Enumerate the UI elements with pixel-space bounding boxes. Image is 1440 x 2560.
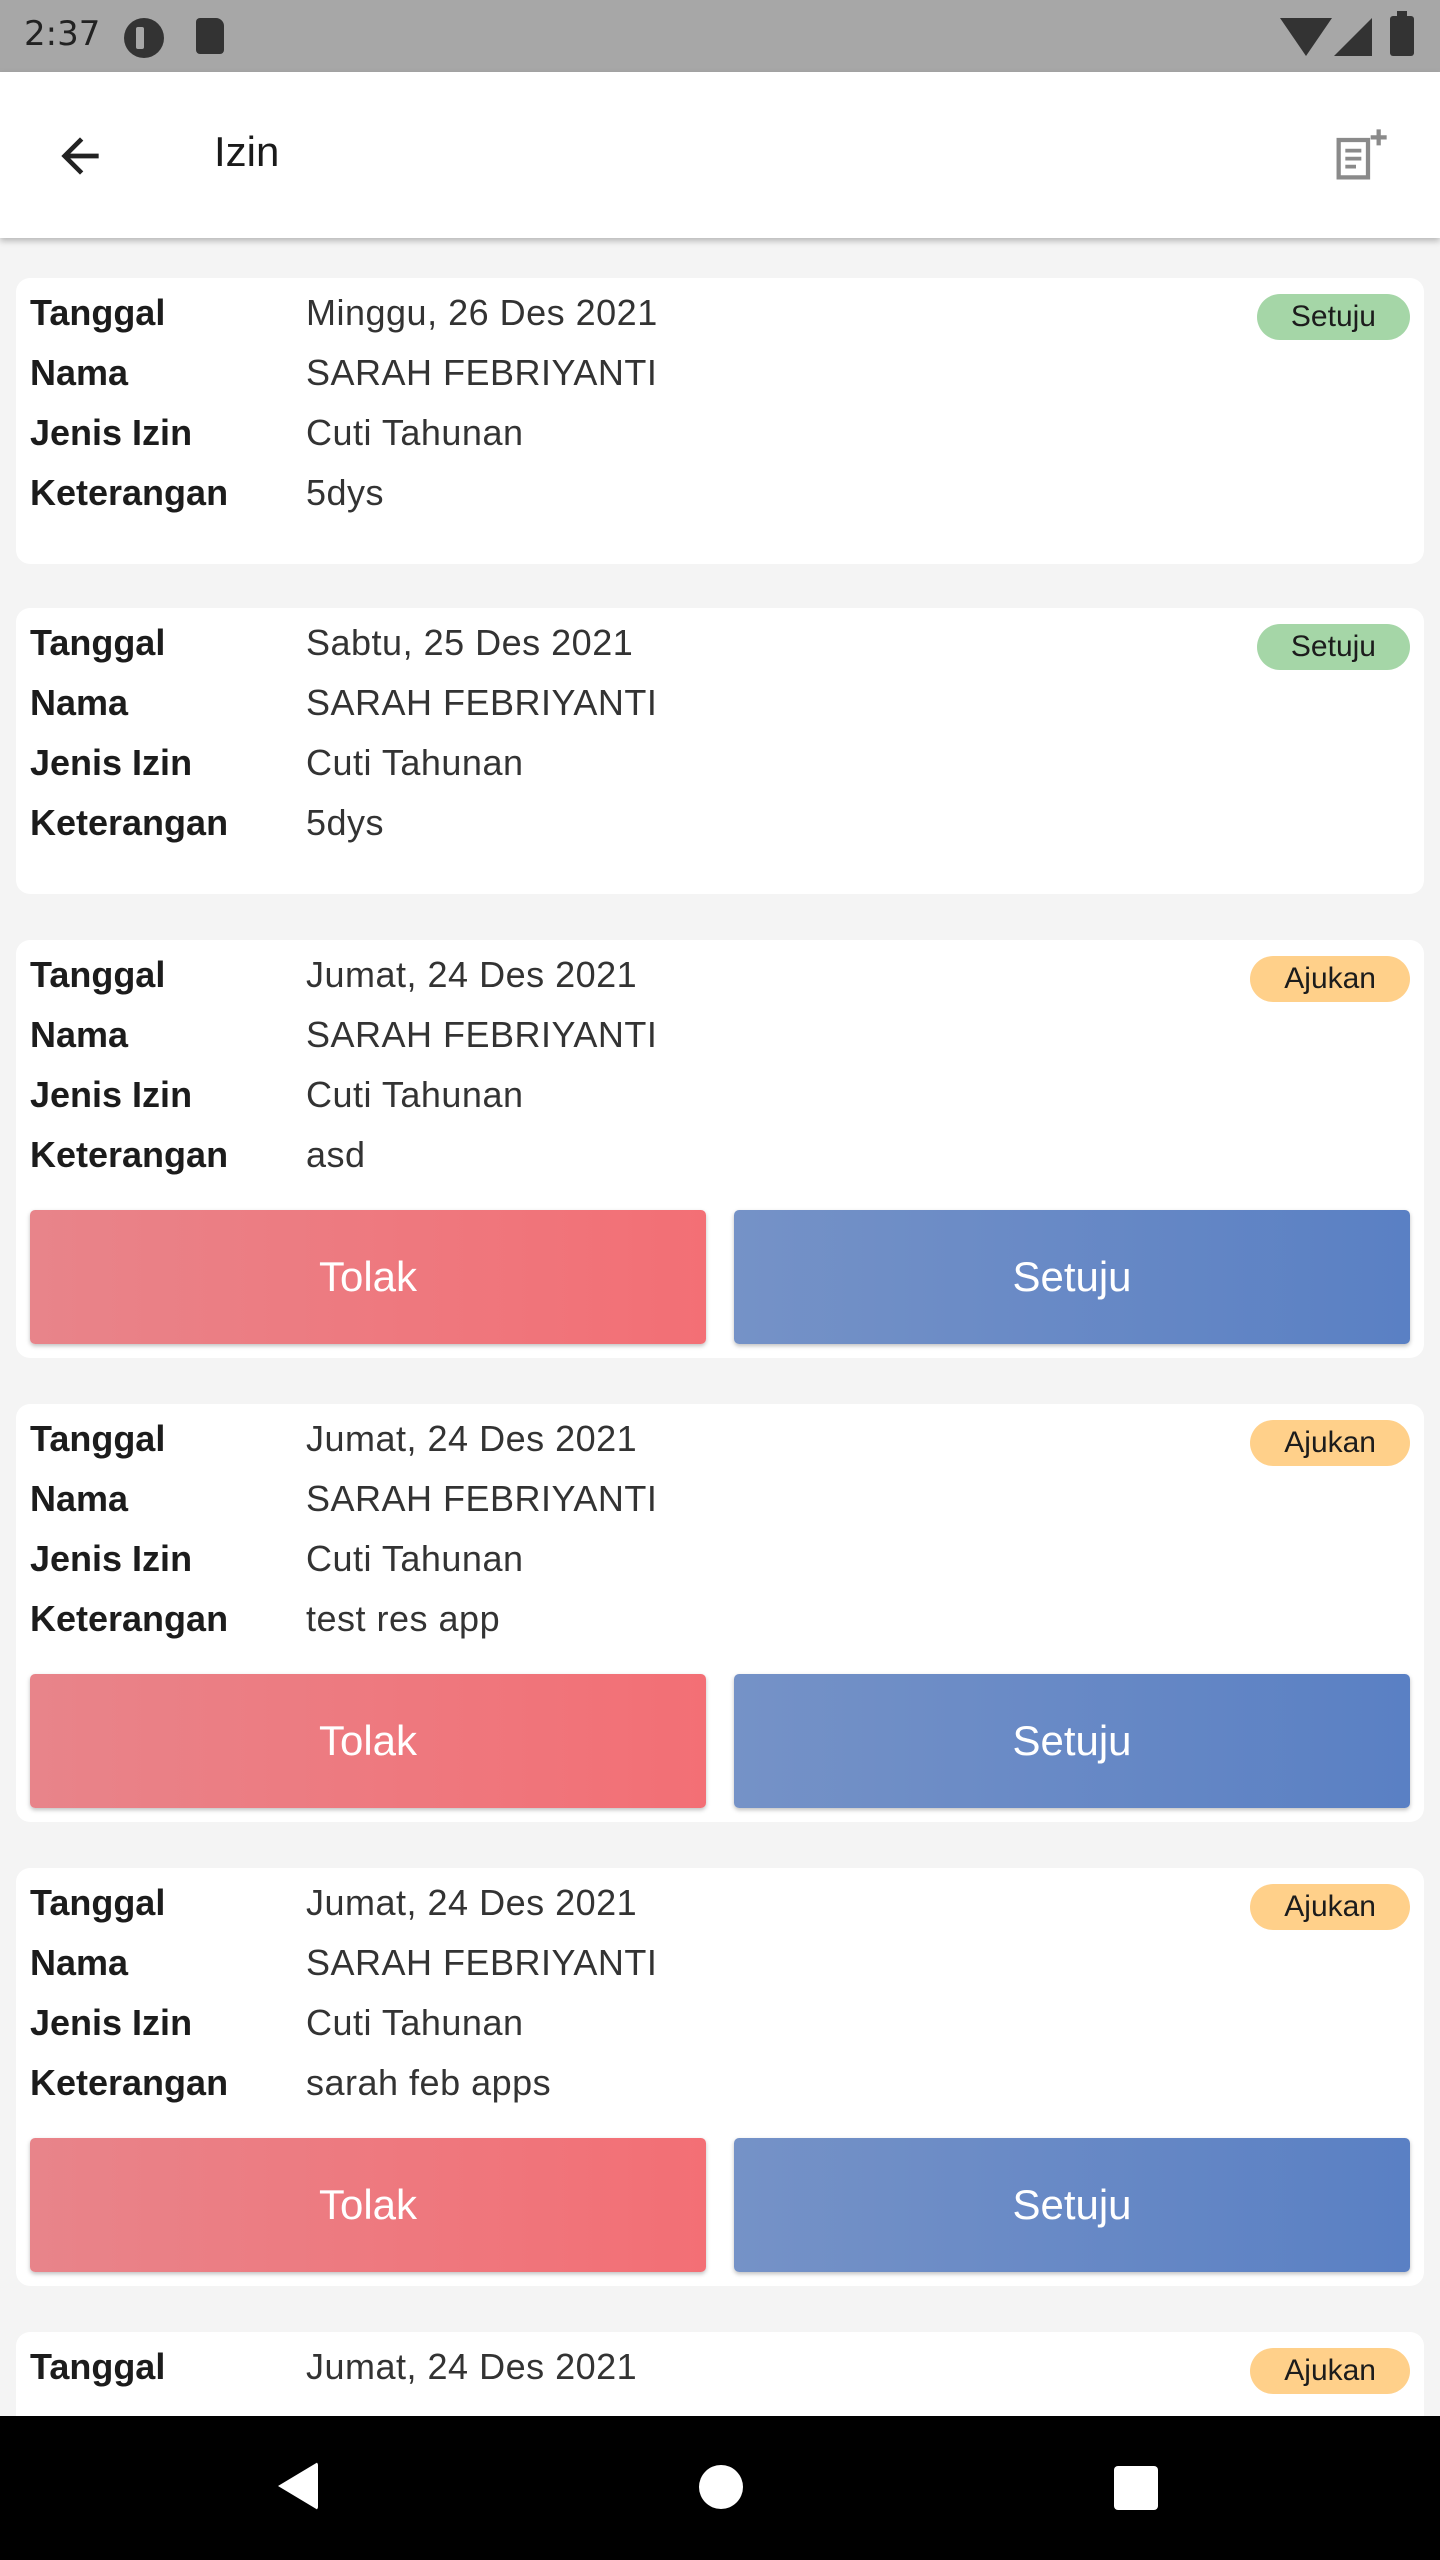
value-nama: SARAH FEBRIYANTI bbox=[306, 1942, 658, 1983]
status-badge: Ajukan bbox=[1250, 1420, 1410, 1466]
izin-card: Tanggal Jumat, 24 Des 2021 Ajukan Nama S… bbox=[16, 1868, 1424, 2286]
label-nama: Nama bbox=[30, 1014, 129, 1055]
label-nama: Nama bbox=[30, 682, 129, 723]
app-notification-icon bbox=[124, 18, 164, 58]
label-keterangan: Keterangan bbox=[30, 802, 229, 843]
status-badge: Setuju bbox=[1256, 294, 1410, 340]
value-nama: SARAH FEBRIYANTI bbox=[306, 1014, 658, 1055]
value-tanggal: Jumat, 24 Des 2021 bbox=[306, 1882, 638, 1923]
value-tanggal: Minggu, 26 Des 2021 bbox=[306, 292, 658, 333]
label-jenis-izin: Jenis Izin bbox=[30, 1074, 193, 1115]
izin-card: Tanggal Jumat, 24 Des 2021 Ajukan bbox=[16, 2332, 1424, 2416]
value-nama: SARAH FEBRIYANTI bbox=[306, 352, 658, 393]
label-tanggal: Tanggal bbox=[30, 1882, 166, 1923]
setuju-button[interactable]: Setuju bbox=[734, 1210, 1410, 1344]
label-nama: Nama bbox=[30, 1478, 129, 1519]
value-jenis-izin: Cuti Tahunan bbox=[306, 742, 524, 783]
label-jenis-izin: Jenis Izin bbox=[30, 1538, 193, 1579]
value-nama: SARAH FEBRIYANTI bbox=[306, 1478, 658, 1519]
status-badge: Setuju bbox=[1256, 624, 1410, 670]
app-bar: Izin bbox=[0, 72, 1440, 238]
label-jenis-izin: Jenis Izin bbox=[30, 2002, 193, 2043]
izin-card: Tanggal Jumat, 24 Des 2021 Ajukan Nama S… bbox=[16, 1404, 1424, 1822]
label-nama: Nama bbox=[30, 352, 129, 393]
value-jenis-izin: Cuti Tahunan bbox=[306, 1538, 524, 1579]
value-tanggal: Sabtu, 25 Des 2021 bbox=[306, 622, 634, 663]
status-time: 2:37 bbox=[24, 14, 101, 54]
value-tanggal: Jumat, 24 Des 2021 bbox=[306, 954, 638, 995]
value-tanggal: Jumat, 24 Des 2021 bbox=[306, 2346, 638, 2387]
label-jenis-izin: Jenis Izin bbox=[30, 412, 193, 453]
tolak-button[interactable]: Tolak bbox=[30, 1674, 706, 1808]
label-nama: Nama bbox=[30, 1942, 129, 1983]
label-tanggal: Tanggal bbox=[30, 954, 166, 995]
sd-card-icon bbox=[196, 18, 224, 54]
value-jenis-izin: Cuti Tahunan bbox=[306, 412, 524, 453]
note-add-icon bbox=[1336, 129, 1387, 180]
label-jenis-izin: Jenis Izin bbox=[30, 742, 193, 783]
value-jenis-izin: Cuti Tahunan bbox=[306, 2002, 524, 2043]
izin-list[interactable]: Tanggal Minggu, 26 Des 2021 Setuju Nama … bbox=[0, 238, 1440, 2416]
value-jenis-izin: Cuti Tahunan bbox=[306, 1074, 524, 1115]
cell-signal-icon bbox=[1334, 18, 1372, 56]
status-badge: Ajukan bbox=[1250, 956, 1410, 1002]
value-keterangan: asd bbox=[306, 1134, 366, 1175]
label-keterangan: Keterangan bbox=[30, 472, 229, 513]
value-nama: SARAH FEBRIYANTI bbox=[306, 682, 658, 723]
setuju-button[interactable]: Setuju bbox=[734, 1674, 1410, 1808]
circle-home-icon[interactable] bbox=[699, 2465, 743, 2509]
arrow-left-icon bbox=[61, 137, 99, 175]
back-button[interactable] bbox=[40, 116, 120, 196]
tolak-button[interactable]: Tolak bbox=[30, 2138, 706, 2272]
label-keterangan: Keterangan bbox=[30, 1134, 229, 1175]
label-tanggal: Tanggal bbox=[30, 2346, 166, 2387]
add-izin-button[interactable] bbox=[1320, 116, 1400, 196]
setuju-button[interactable]: Setuju bbox=[734, 2138, 1410, 2272]
label-keterangan: Keterangan bbox=[30, 1598, 229, 1639]
page-title: Izin bbox=[214, 128, 280, 175]
label-keterangan: Keterangan bbox=[30, 2062, 229, 2103]
status-badge: Ajukan bbox=[1250, 2348, 1410, 2394]
value-keterangan: sarah feb apps bbox=[306, 2062, 552, 2103]
status-bar: 2:37 bbox=[0, 0, 1440, 72]
label-tanggal: Tanggal bbox=[30, 292, 166, 333]
square-recent-icon[interactable] bbox=[1114, 2466, 1158, 2510]
izin-card: Tanggal Jumat, 24 Des 2021 Ajukan Nama S… bbox=[16, 940, 1424, 1358]
izin-card: Tanggal Sabtu, 25 Des 2021 Setuju Nama S… bbox=[16, 608, 1424, 894]
izin-card: Tanggal Minggu, 26 Des 2021 Setuju Nama … bbox=[16, 278, 1424, 564]
status-badge: Ajukan bbox=[1250, 1884, 1410, 1930]
label-tanggal: Tanggal bbox=[30, 1418, 166, 1459]
value-keterangan: 5dys bbox=[306, 802, 385, 843]
system-nav-bar bbox=[0, 2416, 1440, 2560]
label-tanggal: Tanggal bbox=[30, 622, 166, 663]
value-keterangan: test res app bbox=[306, 1598, 501, 1639]
tolak-button[interactable]: Tolak bbox=[30, 1210, 706, 1344]
wifi-icon bbox=[1280, 18, 1332, 56]
triangle-back-icon[interactable] bbox=[278, 2462, 318, 2510]
value-keterangan: 5dys bbox=[306, 472, 385, 513]
value-tanggal: Jumat, 24 Des 2021 bbox=[306, 1418, 638, 1459]
battery-icon bbox=[1390, 11, 1414, 56]
